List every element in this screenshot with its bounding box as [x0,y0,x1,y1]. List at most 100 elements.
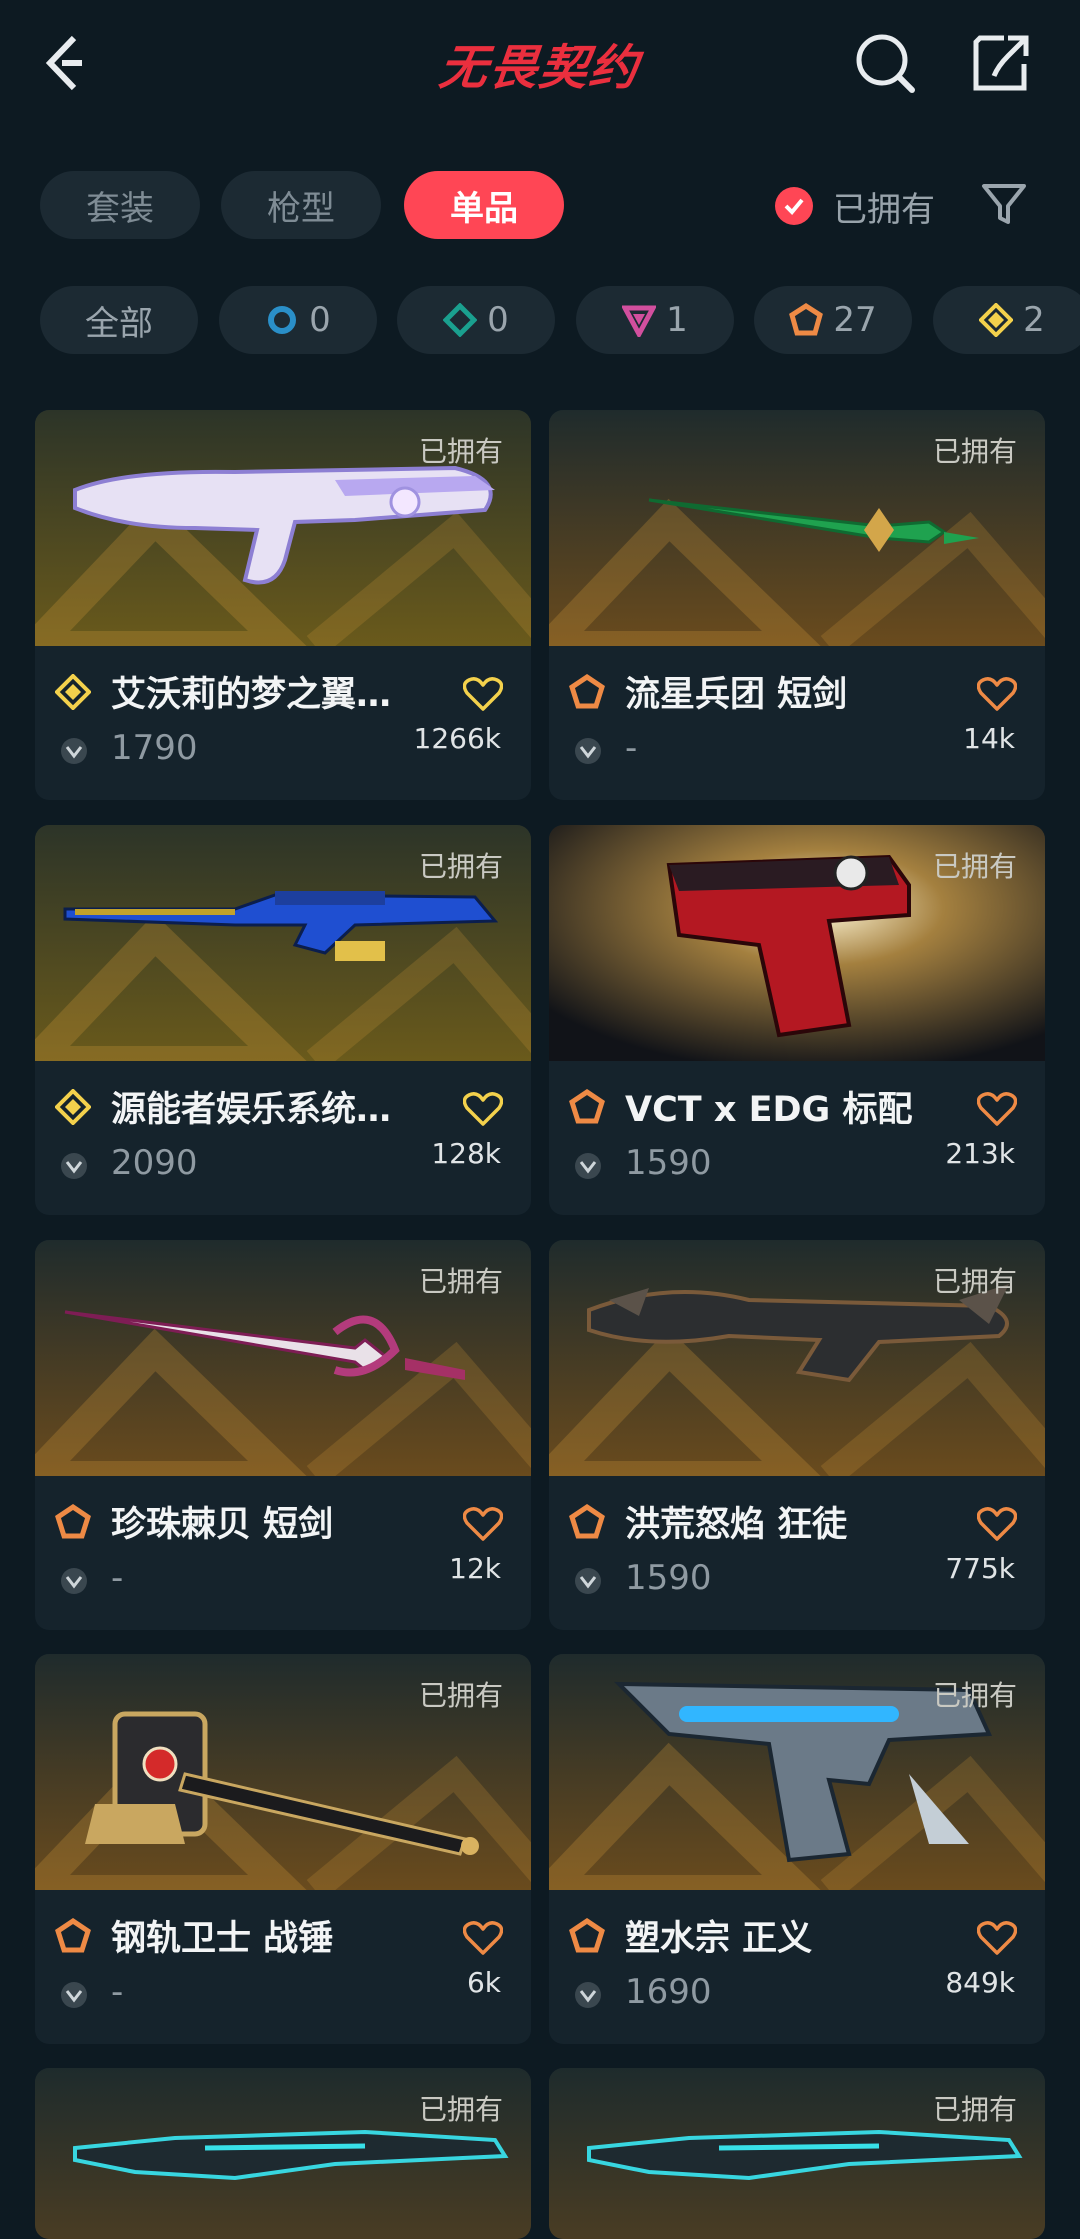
premium-tier-icon [622,305,657,337]
search-icon [856,34,915,93]
header: 无畏契约 [0,0,1080,125]
item-name: 洪荒怒焰 狂徒 [625,1505,848,1545]
share-icon [973,35,1029,91]
item-card[interactable]: 已拥有 源能者娱乐系统… 2090 128k [35,825,531,1215]
favorite-heart-icon[interactable] [462,1506,504,1542]
filter-button[interactable] [980,180,1028,228]
item-image-area: 已拥有 [35,1654,531,1890]
item-image-area: 已拥有 [549,825,1045,1061]
item-card[interactable]: 已拥有 钢轨卫士 战锤 - 6k [35,1654,531,2044]
item-name: VCT x EDG 标配 [625,1090,913,1130]
item-info: VCT x EDG 标配 1590 213k [549,1061,1045,1215]
funnel-icon [982,184,1026,224]
item-name: 流星兵团 短剑 [625,675,848,715]
tier-count: 0 [309,300,331,340]
item-price: 1590 [625,1143,712,1183]
item-likes-count: 213k [945,1137,1015,1170]
item-info: 塑水宗 正义 1690 849k [549,1890,1045,2044]
exclusive-tier-icon [569,1503,605,1540]
item-name: 塑水宗 正义 [625,1919,813,1959]
item-card-partial[interactable]: 已拥有 [35,2068,531,2239]
item-info: 钢轨卫士 战锤 - 6k [35,1890,531,2044]
ultra-tier-icon [54,1088,92,1126]
item-info: 流星兵团 短剑 - 14k [549,646,1045,800]
item-info: 艾沃莉的梦之翼… 1790 1266k [35,646,531,800]
exclusive-tier-icon [569,1917,605,1954]
owned-tag: 已拥有 [932,435,1017,468]
exclusive-tier-icon [569,673,605,710]
tier-count: 1 [666,300,688,340]
search-button[interactable] [852,30,920,98]
item-likes-count: 14k [963,722,1015,755]
exclusive-tier-icon [569,1088,605,1125]
favorite-heart-icon[interactable] [976,676,1018,712]
item-card[interactable]: 已拥有 塑水宗 正义 1690 849k [549,1654,1045,2044]
owned-tag: 已拥有 [418,1679,503,1712]
exclusive-tier-icon [55,1503,91,1540]
item-info: 珍珠棘贝 短剑 - 12k [35,1476,531,1630]
tier-ultra[interactable]: 2 [933,286,1080,354]
favorite-heart-icon[interactable] [976,1506,1018,1542]
share-button[interactable] [968,30,1036,98]
valorant-points-icon [59,736,89,766]
owned-filter-label: 已拥有 [833,189,935,230]
item-info: 洪荒怒焰 狂徒 1590 775k [549,1476,1045,1630]
item-image-area: 已拥有 [35,825,531,1061]
favorite-heart-icon[interactable] [462,1091,504,1127]
tier-select[interactable]: 0 [219,286,377,354]
tier-all[interactable]: 全部 [40,286,198,354]
select-tier-icon [268,306,297,334]
valorant-points-icon [59,1151,89,1181]
weapon-image [587,2129,1023,2181]
item-image-area: 已拥有 [549,410,1045,646]
valorant-points-icon [59,1566,89,1596]
item-image-area: 已拥有 [549,1240,1045,1476]
item-card-partial[interactable]: 已拥有 [549,2068,1045,2239]
favorite-heart-icon[interactable] [462,676,504,712]
tab-single-item[interactable]: 单品 [404,171,564,239]
favorite-heart-icon[interactable] [462,1920,504,1956]
item-price: 1590 [625,1558,712,1598]
checkbox-checked-icon [775,187,813,225]
item-likes-count: 775k [945,1552,1015,1585]
item-price: 1690 [625,1972,712,2012]
favorite-heart-icon[interactable] [976,1920,1018,1956]
item-name: 珍珠棘贝 短剑 [111,1505,334,1545]
tab-set[interactable]: 套装 [40,171,200,239]
item-likes-count: 12k [449,1552,501,1585]
owned-tag: 已拥有 [418,850,503,883]
deluxe-tier-icon [443,303,478,337]
tier-count: 2 [1023,300,1045,340]
tier-all-label: 全部 [85,303,153,344]
item-info: 源能者娱乐系统… 2090 128k [35,1061,531,1215]
item-price: - [111,1558,124,1598]
item-name: 钢轨卫士 战锤 [111,1919,334,1959]
item-likes-count: 6k [466,1966,501,1999]
item-image-area: 已拥有 [35,410,531,646]
exclusive-tier-icon [789,303,824,336]
valorant-points-icon [573,1151,603,1181]
item-card[interactable]: 已拥有 洪荒怒焰 狂徒 1590 775k [549,1240,1045,1630]
tab-gun-type[interactable]: 枪型 [221,171,381,239]
ultra-tier-icon [54,673,92,711]
valorant-points-icon [573,1566,603,1596]
owned-tag: 已拥有 [932,1679,1017,1712]
valorant-points-icon [59,1980,89,2010]
item-likes-count: 1266k [413,722,501,755]
owned-filter-toggle[interactable]: 已拥有 [775,181,935,231]
item-card[interactable]: 已拥有 珍珠棘贝 短剑 - 12k [35,1240,531,1630]
item-name: 源能者娱乐系统… [111,1090,392,1130]
item-card[interactable]: 已拥有 VCT x EDG 标配 1590 213k [549,825,1045,1215]
item-card[interactable]: 已拥有 流星兵团 短剑 - 14k [549,410,1045,800]
owned-tag: 已拥有 [932,850,1017,883]
item-image-area: 已拥有 [35,1240,531,1476]
item-card[interactable]: 已拥有 艾沃莉的梦之翼… 1790 1266k [35,410,531,800]
owned-tag: 已拥有 [418,435,503,468]
tier-premium[interactable]: 1 [576,286,734,354]
tier-exclusive[interactable]: 27 [754,286,912,354]
weapon-image [73,2129,509,2181]
tier-count: 27 [833,300,877,340]
favorite-heart-icon[interactable] [976,1091,1018,1127]
item-likes-count: 849k [945,1966,1015,1999]
tier-deluxe[interactable]: 0 [397,286,555,354]
